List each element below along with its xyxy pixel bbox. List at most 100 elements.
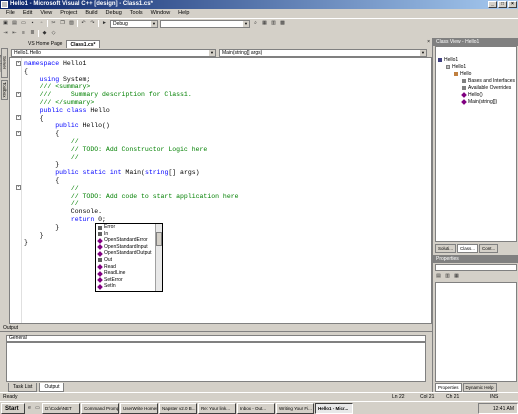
maximize-button[interactable]: □ bbox=[498, 1, 507, 8]
intellisense-item[interactable]: OpenStandardError bbox=[96, 237, 156, 244]
quicklaunch-ie-icon[interactable]: e bbox=[26, 405, 33, 412]
taskbar-button[interactable]: UserWrite Homes... bbox=[120, 402, 158, 414]
toolbox-icon[interactable]: ▩ bbox=[279, 20, 286, 27]
copy-icon[interactable]: ❐ bbox=[59, 20, 66, 27]
close-document-icon[interactable]: × bbox=[427, 39, 430, 45]
paste-icon[interactable]: ▧ bbox=[68, 20, 75, 27]
next-bookmark-icon[interactable]: ◇ bbox=[50, 30, 57, 37]
class-select[interactable]: Hello1.Hello ▼ bbox=[11, 48, 216, 57]
menu-window[interactable]: Window bbox=[147, 9, 175, 18]
tree-item-project[interactable]: Hello1 bbox=[438, 57, 458, 63]
code-line[interactable]: // bbox=[24, 185, 239, 193]
tree-item-bases[interactable]: Bases and Interfaces bbox=[462, 78, 515, 84]
menu-help[interactable]: Help bbox=[174, 9, 193, 18]
intellisense-item[interactable]: OpenStandardOutput bbox=[96, 250, 156, 257]
tab-class1-cs[interactable]: Class1.cs* bbox=[66, 40, 100, 48]
bookmark-icon[interactable]: ◆ bbox=[41, 30, 48, 37]
menu-edit[interactable]: Edit bbox=[19, 9, 36, 18]
member-select[interactable]: Main(string[] args) ▼ bbox=[219, 48, 427, 57]
code-line[interactable]: { bbox=[24, 115, 239, 123]
tree-item-overrides[interactable]: Available Overrides bbox=[462, 85, 511, 91]
comment-icon[interactable]: ≡ bbox=[20, 30, 27, 37]
code-line[interactable]: /// Summary description for Class1. bbox=[24, 91, 239, 99]
tree-item-class[interactable]: Hello bbox=[454, 71, 471, 77]
code-line[interactable]: Console. bbox=[24, 208, 239, 216]
code-line[interactable]: /// <summary> bbox=[24, 83, 239, 91]
properties-object-select[interactable] bbox=[435, 264, 517, 271]
code-line[interactable]: public static int Main(string[] args) bbox=[24, 169, 239, 177]
collapse-icon[interactable]: - bbox=[16, 185, 21, 190]
code-line[interactable]: using System; bbox=[24, 76, 239, 84]
taskbar-button[interactable]: Hello1 - Micr... bbox=[315, 402, 353, 414]
output-pane-select[interactable]: General bbox=[6, 335, 426, 342]
menu-tools[interactable]: Tools bbox=[126, 9, 147, 18]
code-line[interactable]: public Hello() bbox=[24, 122, 239, 130]
toolbox-tab[interactable]: Toolbox bbox=[1, 80, 8, 100]
scroll-thumb[interactable] bbox=[156, 232, 162, 246]
code-line[interactable]: } bbox=[24, 161, 239, 169]
menu-project[interactable]: Project bbox=[56, 9, 81, 18]
undo-icon[interactable]: ↶ bbox=[80, 20, 87, 27]
intellisense-item[interactable]: SetError bbox=[96, 277, 156, 284]
redo-icon[interactable]: ↷ bbox=[89, 20, 96, 27]
find-combo[interactable]: ▼ bbox=[160, 19, 250, 28]
menu-build[interactable]: Build bbox=[81, 9, 101, 18]
start-debug-icon[interactable]: ► bbox=[101, 20, 108, 27]
intellisense-item[interactable]: Error bbox=[96, 224, 156, 231]
taskbar-button[interactable]: Command Prompt bbox=[81, 402, 119, 414]
start-button[interactable]: Start bbox=[1, 402, 25, 414]
properties-grid[interactable] bbox=[435, 282, 517, 382]
taskbar-button[interactable]: D:\Code\NET bbox=[42, 402, 80, 414]
indent-icon[interactable]: ⇥ bbox=[2, 30, 9, 37]
code-line[interactable]: namespace Hello1 bbox=[24, 60, 239, 68]
open-icon[interactable]: ▭ bbox=[20, 20, 27, 27]
minimize-button[interactable]: _ bbox=[488, 1, 497, 8]
solution-explorer-icon[interactable]: ▦ bbox=[261, 20, 268, 27]
cut-icon[interactable]: ✂ bbox=[50, 20, 57, 27]
menu-view[interactable]: View bbox=[36, 9, 56, 18]
taskbar-button[interactable]: Inbox - Out... bbox=[237, 402, 275, 414]
categorized-icon[interactable]: ▤ bbox=[435, 273, 442, 280]
alphabetical-icon[interactable]: ▥ bbox=[444, 273, 451, 280]
intellisense-scrollbar[interactable] bbox=[155, 224, 162, 291]
code-line[interactable]: // bbox=[24, 138, 239, 146]
quicklaunch-desktop-icon[interactable]: ▭ bbox=[34, 405, 41, 412]
new-project-icon[interactable]: ▣ bbox=[2, 20, 9, 27]
outdent-icon[interactable]: ⇤ bbox=[11, 30, 18, 37]
intellisense-item[interactable]: OpenStandardInput bbox=[96, 244, 156, 251]
close-button[interactable]: × bbox=[508, 1, 517, 8]
tab-properties[interactable]: Properties bbox=[435, 383, 462, 392]
code-editor[interactable]: - - - - - namespace Hello1{ using System… bbox=[9, 57, 432, 324]
tab-vs-home-page[interactable]: VS Home Page bbox=[25, 40, 65, 48]
save-icon[interactable]: ▪ bbox=[29, 20, 36, 27]
code-text[interactable]: namespace Hello1 { using System; /// <sum… bbox=[24, 60, 239, 247]
taskbar-button[interactable]: Re: Your link... bbox=[198, 402, 236, 414]
collapse-icon[interactable]: - bbox=[16, 131, 21, 136]
taskbar-button[interactable]: Napster v2.0 B... bbox=[159, 402, 197, 414]
class-view-tree[interactable]: Hello1 Hello1 Hello Bases and Interfaces… bbox=[435, 46, 517, 242]
tab-dynamic-help[interactable]: Dynamic Help bbox=[462, 383, 497, 392]
intellisense-item[interactable]: Out bbox=[96, 257, 156, 264]
taskbar-button[interactable]: Writing Your Fi... bbox=[276, 402, 314, 414]
intellisense-item[interactable]: SetIn bbox=[96, 283, 156, 290]
find-icon[interactable]: ⌕ bbox=[252, 20, 259, 27]
code-line[interactable]: // TODO: Add Constructor Logic here bbox=[24, 146, 239, 154]
tree-item-constructor[interactable]: Hello() bbox=[461, 91, 483, 98]
code-line[interactable]: { bbox=[24, 130, 239, 138]
server-explorer-tab[interactable]: Server Explorer bbox=[0, 48, 8, 78]
intellisense-item[interactable]: ReadLine bbox=[96, 270, 156, 277]
collapse-icon[interactable]: - bbox=[16, 92, 21, 97]
menu-file[interactable]: File bbox=[2, 9, 19, 18]
tab-contents[interactable]: Cont... bbox=[479, 244, 499, 253]
save-all-icon[interactable]: ▫ bbox=[38, 20, 45, 27]
property-pages-icon[interactable]: ▦ bbox=[453, 273, 460, 280]
code-line[interactable]: /// </summary> bbox=[24, 99, 239, 107]
code-line[interactable]: public class Hello bbox=[24, 107, 239, 115]
code-line[interactable]: // TODO: Add code to start application h… bbox=[24, 193, 239, 201]
intellisense-list[interactable]: Error In OpenStandardError OpenStandardInpu… bbox=[95, 223, 163, 292]
tab-task-list[interactable]: Task List bbox=[8, 383, 38, 392]
code-line[interactable]: // bbox=[24, 200, 239, 208]
code-line[interactable]: // bbox=[24, 154, 239, 162]
properties-icon[interactable]: ▥ bbox=[270, 20, 277, 27]
tab-class-view[interactable]: Class... bbox=[457, 244, 479, 253]
